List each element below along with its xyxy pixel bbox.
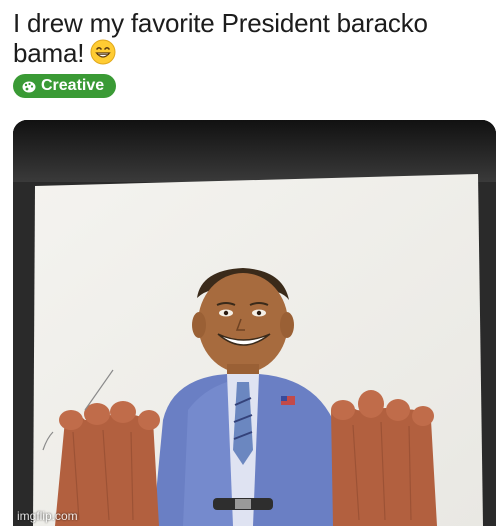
imgflip-watermark: imgflip.com [17,509,78,523]
post-title-text: I drew my favorite President baracko bam… [13,8,428,68]
post-image[interactable]: imgflip.com [13,120,496,526]
flair-label: Creative [41,77,105,94]
grinning-face-emoji-icon [90,39,116,71]
post-title[interactable]: I drew my favorite President baracko bam… [13,8,483,71]
post-card: I drew my favorite President baracko bam… [0,0,500,526]
palette-icon [22,80,36,93]
crayon-drawing-photo [13,120,496,526]
flair-badge-creative[interactable]: Creative [13,74,117,98]
